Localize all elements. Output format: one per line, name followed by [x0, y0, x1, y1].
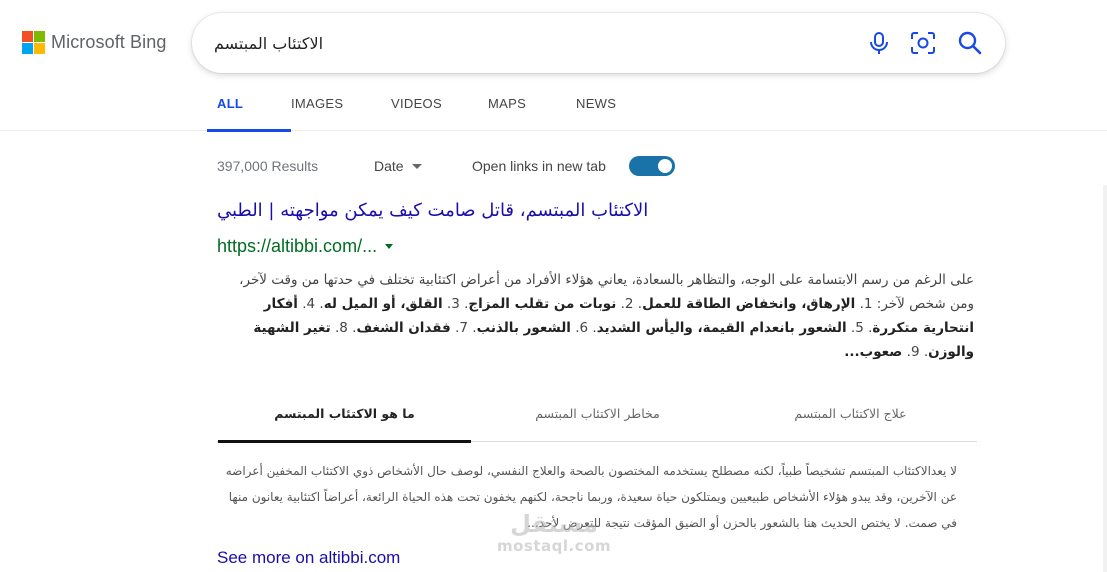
- search-tabs: ALL IMAGES VIDEOS MAPS NEWS: [207, 88, 636, 132]
- snippet-text: . 2.: [616, 296, 643, 312]
- result-subtabs: علاج الاكتئاب المبتسم مخاطر الاكتئاب الم…: [217, 398, 977, 443]
- brand-name: Microsoft Bing: [51, 32, 167, 52]
- result-url[interactable]: https://altibbi.com/...: [217, 236, 394, 257]
- open-links-label: Open links in new tab: [472, 158, 606, 174]
- watermark-arabic: مستقل: [510, 510, 598, 538]
- subtab-what-is[interactable]: ما هو الاكتئاب المبتسم: [218, 398, 471, 443]
- search-icon[interactable]: [956, 29, 984, 57]
- date-filter[interactable]: Date: [374, 158, 422, 174]
- snippet-bold: فقدان الشغف: [356, 320, 451, 336]
- tab-images[interactable]: IMAGES: [291, 88, 391, 131]
- results-count: 397,000 Results: [217, 158, 319, 174]
- search-box: [192, 13, 1005, 73]
- scrollbar[interactable]: [1103, 185, 1107, 572]
- open-links-toggle[interactable]: [629, 156, 675, 176]
- chevron-down-icon: [411, 163, 422, 169]
- snippet-text: على الرغم من رسم الابتسامة على الوجه، وا…: [323, 272, 974, 288]
- visual-search-icon[interactable]: [909, 29, 937, 57]
- date-filter-label: Date: [374, 158, 404, 174]
- snippet-bold: نوبات من تقلب المزاج: [468, 296, 617, 312]
- microsoft-logo-icon: [22, 31, 45, 54]
- snippet-text: . 3.: [442, 296, 469, 312]
- snippet-text: . 6.: [570, 320, 597, 336]
- snippet-bold: صعوب...: [844, 344, 903, 360]
- toggle-knob: [658, 159, 672, 173]
- snippet-text: . 7.: [450, 320, 477, 336]
- watermark: مستقل mostaql.com: [484, 510, 624, 554]
- result-snippet: على الرغم من رسم الابتسامة على الوجه، وا…: [217, 268, 974, 364]
- snippet-text: . 9.: [902, 344, 929, 360]
- subtab-risks[interactable]: مخاطر الاكتئاب المبتسم: [471, 398, 724, 441]
- tab-news[interactable]: NEWS: [576, 88, 636, 131]
- snippet-text: . 4.: [297, 296, 324, 312]
- subtab-treatment[interactable]: علاج الاكتئاب المبتسم: [724, 398, 977, 441]
- snippet-bold: القلق، أو الميل له: [323, 296, 443, 312]
- search-input[interactable]: [214, 28, 854, 58]
- bing-logo[interactable]: Microsoft Bing: [22, 31, 166, 54]
- tab-all[interactable]: ALL: [207, 88, 291, 132]
- snippet-text: . 8.: [330, 320, 357, 336]
- result-title[interactable]: الاكتئاب المبتسم، قاتل صامت كيف يمكن موا…: [217, 200, 671, 221]
- result-title-container: الاكتئاب المبتسم، قاتل صامت كيف يمكن موا…: [217, 200, 671, 230]
- watermark-latin: mostaql.com: [496, 537, 612, 555]
- see-more-link[interactable]: See more on altibbi.com: [217, 548, 400, 568]
- snippet-bold: الشعور بالذنب: [476, 320, 571, 336]
- snippet-text: . 5.: [846, 320, 873, 336]
- header: Microsoft Bing ALL IMAGES VIDEOS: [0, 0, 1107, 132]
- microphone-icon[interactable]: [865, 29, 893, 57]
- url-caret-icon[interactable]: [385, 244, 394, 249]
- snippet-bold: الشعور بانعدام القيمة، واليأس الشديد: [596, 320, 847, 336]
- snippet-bold: الإرهاق، وانخفاض الطاقة للعمل: [642, 296, 856, 312]
- tab-videos[interactable]: VIDEOS: [391, 88, 488, 131]
- tab-maps[interactable]: MAPS: [488, 88, 576, 131]
- result-url-text: https://altibbi.com/...: [217, 236, 378, 256]
